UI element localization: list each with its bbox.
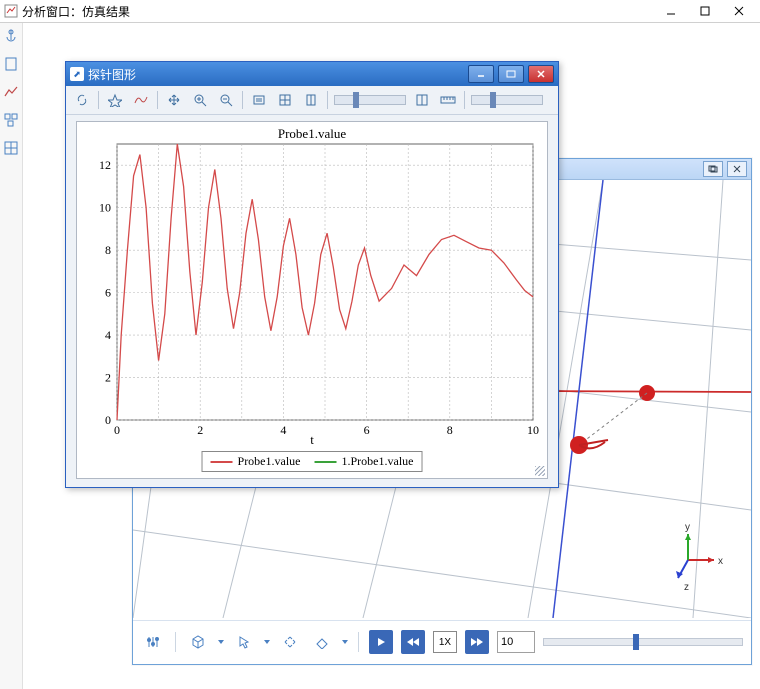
svg-text:4: 4 <box>280 423 286 437</box>
view-cube-icon[interactable] <box>186 630 210 654</box>
fit-view-icon[interactable] <box>278 630 302 654</box>
svg-text:10: 10 <box>99 201 111 215</box>
chevron-down-icon[interactable] <box>264 640 270 644</box>
x-axis-label: t <box>310 432 314 448</box>
mini-slider-2[interactable] <box>471 95 543 105</box>
playback-speed[interactable]: 1X <box>433 631 457 653</box>
settings-sliders-icon[interactable] <box>141 630 165 654</box>
axis-toggle-icon[interactable] <box>301 90 321 110</box>
resize-grip[interactable] <box>535 466 545 476</box>
grid-icon[interactable] <box>2 139 20 157</box>
svg-text:z: z <box>684 582 689 593</box>
separator <box>175 632 176 652</box>
probe-curve-icon[interactable] <box>131 90 151 110</box>
plot-legend: Probe1.value 1.Probe1.value <box>202 451 423 472</box>
plot-window-icon: ⬈ <box>70 67 84 81</box>
svg-text:12: 12 <box>99 158 111 172</box>
separator <box>327 91 328 109</box>
plot-line-icon[interactable] <box>2 83 20 101</box>
close-button[interactable] <box>722 0 756 22</box>
main-titlebar: 分析窗口：仿真结果 <box>0 0 760 23</box>
pan-icon[interactable] <box>164 90 184 110</box>
legend-label: Probe1.value <box>238 454 301 469</box>
zoom-out-icon[interactable] <box>216 90 236 110</box>
minimize-button[interactable] <box>654 0 688 22</box>
frame-number-field[interactable]: 10 <box>497 631 535 653</box>
left-tool-rail <box>0 23 23 689</box>
main-title: 分析窗口：仿真结果 <box>22 3 654 20</box>
svg-text:10: 10 <box>527 423 539 437</box>
separator <box>157 91 158 109</box>
legend-label: 1.Probe1.value <box>342 454 414 469</box>
plot-svg: 0 2 4 6 8 10 0 2 4 6 8 10 12 <box>77 122 547 476</box>
plot-canvas[interactable]: Probe1.value 0 2 4 6 8 10 0 2 4 6 8 10 12 t Probe1.v… <box>76 121 548 479</box>
legend-swatch <box>211 461 233 463</box>
legend-swatch <box>315 461 337 463</box>
svg-text:8: 8 <box>447 423 453 437</box>
viewplane-icon[interactable] <box>310 630 334 654</box>
playback-slider[interactable] <box>543 638 743 646</box>
layout-icon[interactable] <box>412 90 432 110</box>
svg-text:y: y <box>685 522 690 533</box>
mini-slider-1[interactable] <box>334 95 406 105</box>
svg-text:2: 2 <box>197 423 203 437</box>
probe-minimize-button[interactable] <box>468 65 494 83</box>
zoom-in-icon[interactable] <box>190 90 210 110</box>
viewport-playback-bar: 1X 10 <box>133 620 751 663</box>
doc-icon[interactable] <box>2 55 20 73</box>
probe-maximize-button[interactable] <box>498 65 524 83</box>
svg-text:0: 0 <box>105 413 111 427</box>
probe-plot-window: ⬈ 探针图形 <box>65 61 559 488</box>
cubes-icon[interactable] <box>2 111 20 129</box>
separator <box>98 91 99 109</box>
link-icon[interactable] <box>72 90 92 110</box>
svg-text:6: 6 <box>364 423 370 437</box>
svg-text:2: 2 <box>105 371 111 385</box>
playback-slider-thumb[interactable] <box>633 634 639 650</box>
svg-text:4: 4 <box>105 328 111 342</box>
probe-close-button[interactable] <box>528 65 554 83</box>
app-icon <box>4 4 18 18</box>
svg-text:x: x <box>718 556 723 567</box>
legend-toggle-icon[interactable] <box>249 90 269 110</box>
step-fwd-button[interactable] <box>465 630 489 654</box>
separator <box>242 91 243 109</box>
svg-text:0: 0 <box>114 423 120 437</box>
viewport-restore-button[interactable] <box>703 161 723 177</box>
ruler-icon[interactable] <box>438 90 458 110</box>
probe-point-icon[interactable] <box>105 90 125 110</box>
viewport-close-button[interactable] <box>727 161 747 177</box>
separator <box>358 632 359 652</box>
play-button[interactable] <box>369 630 393 654</box>
chevron-down-icon[interactable] <box>218 640 224 644</box>
select-arrow-icon[interactable] <box>232 630 256 654</box>
probe-title: 探针图形 <box>88 66 464 83</box>
probe-titlebar[interactable]: ⬈ 探针图形 <box>66 62 558 86</box>
chevron-down-icon[interactable] <box>342 640 348 644</box>
svg-text:8: 8 <box>105 243 111 257</box>
svg-text:6: 6 <box>105 286 111 300</box>
grid-toggle-icon[interactable] <box>275 90 295 110</box>
legend-item: 1.Probe1.value <box>315 454 414 469</box>
step-back-button[interactable] <box>401 630 425 654</box>
legend-item: Probe1.value <box>211 454 301 469</box>
separator <box>464 91 465 109</box>
probe-toolbar <box>66 86 558 115</box>
maximize-button[interactable] <box>688 0 722 22</box>
anchor-icon[interactable] <box>2 27 20 45</box>
